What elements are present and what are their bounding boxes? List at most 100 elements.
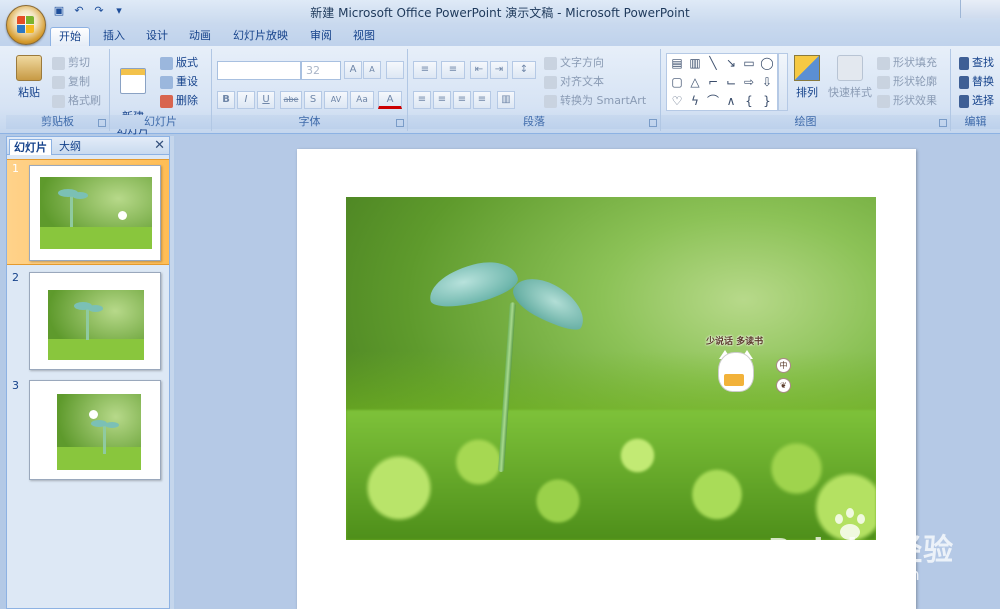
change-case-button[interactable]: Aa — [350, 91, 374, 109]
vertical-textbox-shape-icon[interactable]: ▥ — [687, 56, 703, 70]
increase-indent-button[interactable]: ⇥ — [490, 61, 508, 79]
arc-shape-icon[interactable]: ⌒ — [705, 94, 721, 108]
drawing-group-label: 绘图 — [661, 115, 950, 129]
right-brace-shape-icon[interactable]: } — [759, 94, 775, 108]
slide-thumbnail-1[interactable]: 1 — [7, 159, 169, 265]
paste-icon — [16, 55, 42, 81]
select-button[interactable]: 选择 — [959, 92, 994, 109]
close-panel-icon[interactable]: ✕ — [154, 138, 165, 153]
line-shape-icon[interactable]: ╲ — [705, 56, 721, 70]
layout-button[interactable]: 版式 — [160, 54, 198, 71]
font-launcher-icon[interactable] — [396, 119, 404, 127]
clear-format-button[interactable] — [386, 61, 404, 79]
smartart-button[interactable]: 转换为 SmartArt — [544, 92, 646, 109]
arrow-line-shape-icon[interactable]: ↘ — [723, 56, 739, 70]
clipboard-group-label: 剪贴板 — [6, 115, 109, 129]
ribbon-tabs: 开始 插入 设计 动画 幻灯片放映 审阅 视图 — [0, 24, 1000, 46]
text-direction-icon — [544, 56, 557, 70]
triangle-shape-icon[interactable]: △ — [687, 75, 703, 89]
shapes-gallery-scroll[interactable] — [778, 53, 788, 111]
right-arrow-shape-icon[interactable]: ⇨ — [741, 75, 757, 89]
tab-review[interactable]: 审阅 — [302, 27, 340, 46]
shape-fill-button[interactable]: 形状填充 — [877, 54, 937, 71]
slides-group: 新建 幻灯片 版式 重设 删除 幻灯片 — [110, 49, 212, 136]
grow-font-button[interactable]: A — [344, 61, 362, 79]
find-label: 查找 — [972, 56, 994, 69]
decrease-indent-button[interactable]: ⇤ — [470, 61, 488, 79]
strikethrough-button[interactable]: abe — [280, 91, 302, 109]
rectangle-shape-icon[interactable]: ▭ — [741, 56, 757, 70]
curve-shape-icon[interactable]: ∧ — [723, 94, 739, 108]
smartart-label: 转换为 SmartArt — [560, 94, 647, 107]
textbox-shape-icon[interactable]: ▤ — [669, 56, 685, 70]
arrange-label: 排列 — [796, 86, 818, 99]
paste-button[interactable]: 粘贴 — [12, 55, 46, 100]
text-direction-button[interactable]: 文字方向 — [544, 54, 604, 71]
quick-styles-button[interactable]: 快速样式 — [825, 55, 875, 100]
window-title: 新建 Microsoft Office PowerPoint 演示文稿 - Mi… — [310, 6, 690, 20]
left-brace-shape-icon[interactable]: { — [741, 94, 757, 108]
shrink-font-button[interactable]: A — [363, 61, 381, 79]
heart-shape-icon[interactable]: ♡ — [669, 94, 685, 108]
down-arrow-shape-icon[interactable]: ⇩ — [759, 75, 775, 89]
copy-button[interactable]: 复制 — [52, 73, 90, 90]
tab-animation[interactable]: 动画 — [181, 27, 219, 46]
delete-button[interactable]: 删除 — [160, 92, 198, 109]
font-size-select[interactable]: 32 — [301, 61, 341, 80]
align-text-button[interactable]: 对齐文本 — [544, 73, 604, 90]
shadow-button[interactable]: S — [304, 91, 322, 109]
font-color-button[interactable]: A — [378, 91, 402, 109]
shape-effects-button[interactable]: 形状效果 — [877, 92, 937, 109]
tab-slideshow[interactable]: 幻灯片放映 — [225, 27, 296, 46]
tab-outline[interactable]: 大纲 — [55, 139, 85, 155]
watermark-sub: jingyan.baidu.com — [772, 565, 920, 584]
format-painter-button[interactable]: 格式刷 — [52, 92, 101, 109]
office-button[interactable] — [6, 5, 46, 45]
align-center-button[interactable]: ≡ — [433, 91, 451, 109]
drawing-launcher-icon[interactable] — [939, 119, 947, 127]
clipboard-launcher-icon[interactable] — [98, 119, 106, 127]
rounded-rect-shape-icon[interactable]: ▢ — [669, 75, 685, 89]
underline-button[interactable]: U — [257, 91, 275, 109]
layout-icon — [160, 56, 173, 70]
tab-home[interactable]: 开始 — [50, 27, 90, 46]
elbow-connector-shape-icon[interactable]: ⌙ — [723, 75, 739, 89]
align-left-button[interactable]: ≡ — [413, 91, 431, 109]
slide-thumbnail-2[interactable]: 2 — [7, 269, 169, 373]
bullets-button[interactable]: ≡ — [413, 61, 437, 79]
window-controls[interactable] — [960, 0, 1000, 18]
tab-view[interactable]: 视图 — [345, 27, 383, 46]
connector-shape-icon[interactable]: ⌐ — [705, 75, 721, 89]
slide-picture[interactable]: 少说话 多读书 中 ❦ — [346, 197, 876, 540]
panel-scrollbar[interactable] — [170, 136, 174, 609]
font-name-select[interactable] — [217, 61, 301, 80]
slide-thumbnail-3[interactable]: 3 — [7, 377, 169, 481]
replace-button[interactable]: 替换 — [959, 73, 994, 90]
tab-design[interactable]: 设计 — [138, 27, 176, 46]
align-right-button[interactable]: ≡ — [453, 91, 471, 109]
copy-label: 复制 — [68, 75, 90, 88]
cut-button[interactable]: 剪切 — [52, 54, 90, 71]
tab-slides[interactable]: 幻灯片 — [9, 139, 52, 155]
tab-insert[interactable]: 插入 — [95, 27, 133, 46]
oval-shape-icon[interactable]: ◯ — [759, 56, 775, 70]
reset-button[interactable]: 重设 — [160, 73, 198, 90]
char-spacing-button[interactable]: AV — [324, 91, 348, 109]
italic-button[interactable]: I — [237, 91, 255, 109]
replace-icon — [959, 75, 969, 89]
new-slide-icon — [120, 68, 146, 94]
shapes-gallery[interactable]: ▤ ▥ ╲ ↘ ▭ ◯ ▢ △ ⌐ ⌙ ⇨ ⇩ ♡ ϟ ⌒ ∧ { } — [666, 53, 778, 111]
paragraph-launcher-icon[interactable] — [649, 119, 657, 127]
bold-button[interactable]: B — [217, 91, 235, 109]
quick-styles-icon — [837, 55, 863, 81]
arrange-button[interactable]: 排列 — [789, 55, 825, 100]
columns-button[interactable]: ▥ — [497, 91, 515, 109]
shape-outline-button[interactable]: 形状轮廓 — [877, 73, 937, 90]
lightning-shape-icon[interactable]: ϟ — [687, 94, 703, 108]
justify-button[interactable]: ≡ — [473, 91, 491, 109]
align-text-label: 对齐文本 — [560, 75, 604, 88]
reset-icon — [160, 75, 173, 89]
find-button[interactable]: 查找 — [959, 54, 994, 71]
line-spacing-button[interactable]: ↕ — [512, 61, 536, 79]
numbering-button[interactable]: ≡ — [441, 61, 465, 79]
